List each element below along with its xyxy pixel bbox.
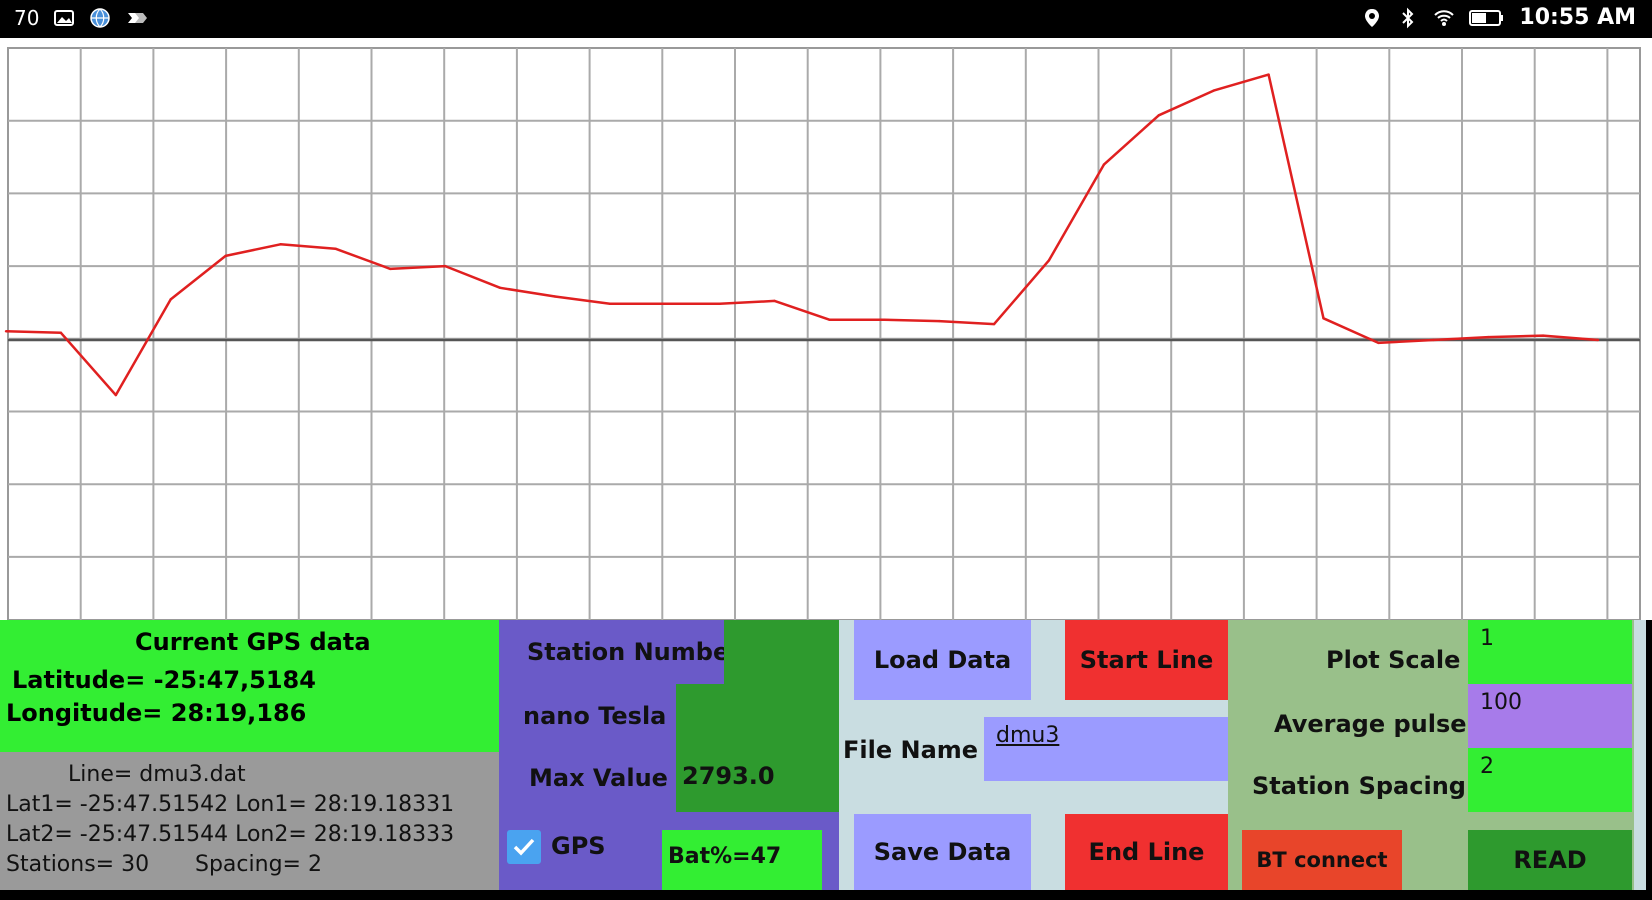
- bluetooth-icon: [1402, 7, 1414, 28]
- save-data-button[interactable]: Save Data: [854, 814, 1031, 890]
- data-point: [59, 331, 63, 334]
- clock: 10:55 AM: [1519, 5, 1636, 30]
- read-button[interactable]: READ: [1468, 830, 1632, 890]
- data-point: [1267, 73, 1270, 76]
- data-point: [553, 295, 557, 298]
- battery-icon: [1469, 9, 1504, 26]
- check-icon: [513, 838, 535, 856]
- station-spacing-label: Station Spacing: [1252, 772, 1466, 800]
- bt-connect-button[interactable]: BT connect: [1242, 830, 1402, 890]
- max-value-text: 2793.0: [682, 762, 775, 790]
- plot-scale-label: Plot Scale: [1326, 646, 1461, 674]
- station-number-label: Station Number: [527, 638, 742, 666]
- plot-border: [7, 47, 1641, 621]
- data-point: [773, 299, 776, 303]
- gps-checkbox[interactable]: [507, 830, 541, 864]
- data-point: [608, 302, 612, 305]
- start-line-button[interactable]: Start Line: [1065, 620, 1228, 700]
- notification-count: 70: [14, 6, 40, 30]
- wifi-icon: [1434, 9, 1455, 26]
- data-point: [718, 302, 721, 305]
- data-point: [334, 247, 337, 250]
- data-point: [498, 286, 502, 289]
- current-gps-panel: Current GPS data Latitude= -25:47,5184 L…: [0, 620, 499, 752]
- globe-icon: [90, 8, 111, 28]
- line-info-panel: Line= dmu3.dat Lat1= -25:47.51542 Lon1= …: [0, 752, 499, 890]
- data-point: [828, 318, 831, 321]
- data-point: [938, 319, 941, 323]
- battery-box: Bat%=47: [662, 830, 822, 890]
- stations-count-text: Stations= 30: [6, 852, 150, 877]
- data-point: [444, 264, 447, 268]
- location-icon: [1365, 8, 1380, 27]
- station-number-value: [724, 620, 839, 684]
- data-point: [992, 322, 996, 326]
- data-point: [1377, 341, 1380, 345]
- data-point: [663, 302, 666, 305]
- data-point: [169, 298, 172, 301]
- average-pulse-value: 100: [1480, 690, 1522, 715]
- data-point: [883, 318, 886, 321]
- status-bar: 70 10:55 AM: [0, 0, 1652, 38]
- data-point: [1487, 335, 1490, 339]
- average-pulse-input[interactable]: 100: [1468, 684, 1632, 748]
- data-point: [1047, 259, 1051, 262]
- battery-text: Bat%=47: [668, 844, 782, 869]
- right-edge-strip: [1634, 620, 1646, 890]
- gps-panel-title: Current GPS data: [135, 628, 371, 656]
- data-point: [1157, 114, 1161, 117]
- plot-scale-input[interactable]: 1: [1468, 620, 1632, 684]
- load-data-button[interactable]: Load Data: [854, 620, 1031, 700]
- image-icon: [54, 10, 75, 26]
- line-file-text: Line= dmu3.dat: [68, 762, 246, 787]
- measurement-trace: [5, 73, 1599, 397]
- longitude-text: Longitude= 28:19,186: [6, 699, 307, 727]
- data-point: [1322, 317, 1325, 320]
- readings-panel: Station Number nano Tesla Max Value 2793…: [499, 620, 839, 890]
- file-name-input[interactable]: dmu3: [984, 717, 1228, 781]
- max-value-label: Max Value: [529, 764, 668, 792]
- data-point: [4, 330, 8, 333]
- plot-svg: [4, 47, 1641, 621]
- end-line-button[interactable]: End Line: [1065, 814, 1228, 890]
- file-name-value: dmu3: [996, 723, 1060, 748]
- average-pulse-label: Average pulse: [1274, 710, 1467, 738]
- settings-panel: Plot Scale 1 Average pulse 100 Station S…: [1228, 620, 1634, 890]
- data-point: [1541, 334, 1545, 337]
- data-point: [1212, 89, 1215, 92]
- max-value-box: 2793.0: [676, 748, 839, 812]
- data-point: [224, 254, 227, 258]
- lat1-lon1-text: Lat1= -25:47.51542 Lon1= 28:19.18331: [6, 792, 455, 817]
- magnetometer-plot: [0, 38, 1652, 621]
- data-point: [1102, 163, 1106, 166]
- data-point: [1432, 338, 1435, 342]
- lat2-lon2-text: Lat2= -25:47.51544 Lon2= 28:19.18333: [6, 822, 455, 847]
- data-point: [1596, 338, 1600, 342]
- cast-icon: [128, 13, 148, 23]
- station-spacing-input[interactable]: 2: [1468, 748, 1632, 812]
- file-name-label: File Name: [843, 736, 979, 764]
- plot-scale-value: 1: [1480, 626, 1494, 651]
- data-point: [389, 267, 392, 271]
- data-point: [114, 393, 118, 397]
- file-controls-panel: Load Data Start Line File Name dmu3 Save…: [839, 620, 1228, 890]
- nano-tesla-label: nano Tesla: [523, 702, 667, 730]
- gps-label: GPS: [551, 832, 606, 860]
- station-spacing-value: 2: [1480, 754, 1494, 779]
- spacing-text: Spacing= 2: [195, 852, 322, 877]
- nano-tesla-value: [676, 684, 839, 748]
- data-point: [279, 243, 282, 246]
- latitude-text: Latitude= -25:47,5184: [12, 666, 316, 694]
